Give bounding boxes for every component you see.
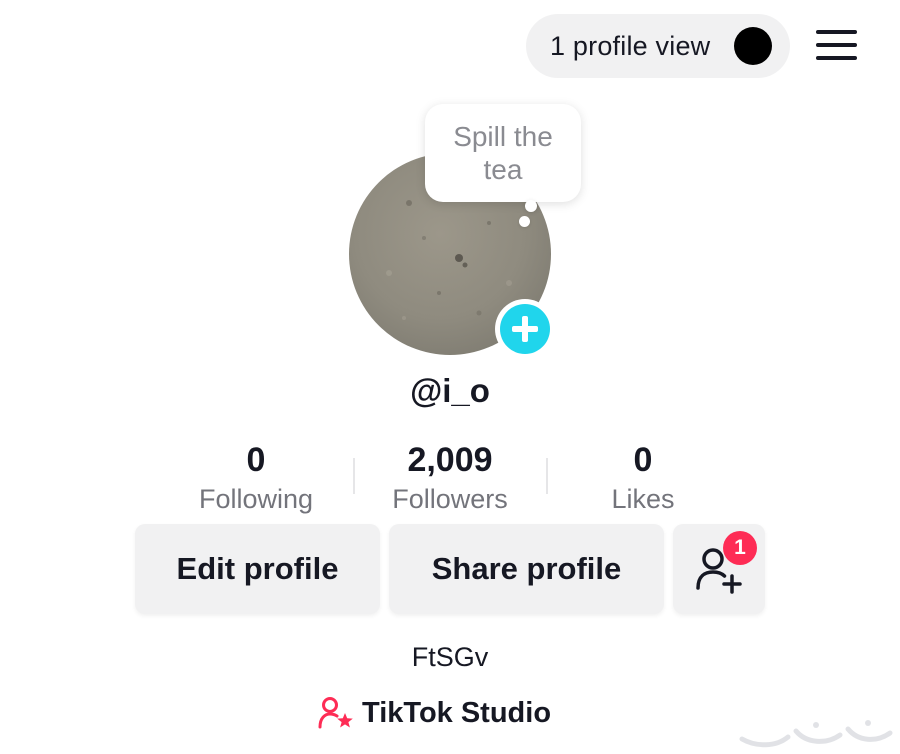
add-story-button[interactable] (495, 299, 555, 359)
stat-followers[interactable]: 2,009 Followers (355, 440, 545, 516)
share-profile-button[interactable]: Share profile (389, 524, 664, 614)
likes-label: Likes (611, 484, 675, 514)
profile-views-label: 1 profile view (550, 30, 711, 61)
stat-following[interactable]: 0 Following (161, 440, 351, 516)
following-count: 0 (246, 441, 266, 479)
followers-label: Followers (392, 484, 508, 514)
tiktok-studio-link[interactable]: TikTok Studio (318, 693, 551, 733)
note-bubble-tail-small (519, 216, 530, 227)
viewer-avatar-dot (734, 27, 772, 65)
plus-icon (500, 304, 550, 354)
username: @i_o (410, 372, 490, 409)
hamburger-menu-icon[interactable] (816, 28, 858, 62)
tiktok-studio-label: TikTok Studio (362, 696, 552, 729)
following-label: Following (198, 484, 314, 514)
edit-profile-button[interactable]: Edit profile (135, 524, 380, 614)
note-bubble-tail (525, 200, 537, 212)
add-friends-notification-badge: 1 (723, 531, 757, 565)
watermark-logo (739, 720, 893, 748)
profile-views-pill[interactable]: 1 profile view (526, 14, 790, 78)
note-bubble[interactable]: Spill the tea (425, 104, 581, 202)
bio-text: FtSGv (411, 642, 489, 672)
followers-count: 2,009 (407, 441, 493, 479)
user-star-icon (318, 697, 353, 729)
likes-count: 0 (633, 441, 653, 479)
stat-likes[interactable]: 0 Likes (548, 440, 738, 516)
note-bubble-text: Spill the tea (453, 121, 553, 185)
